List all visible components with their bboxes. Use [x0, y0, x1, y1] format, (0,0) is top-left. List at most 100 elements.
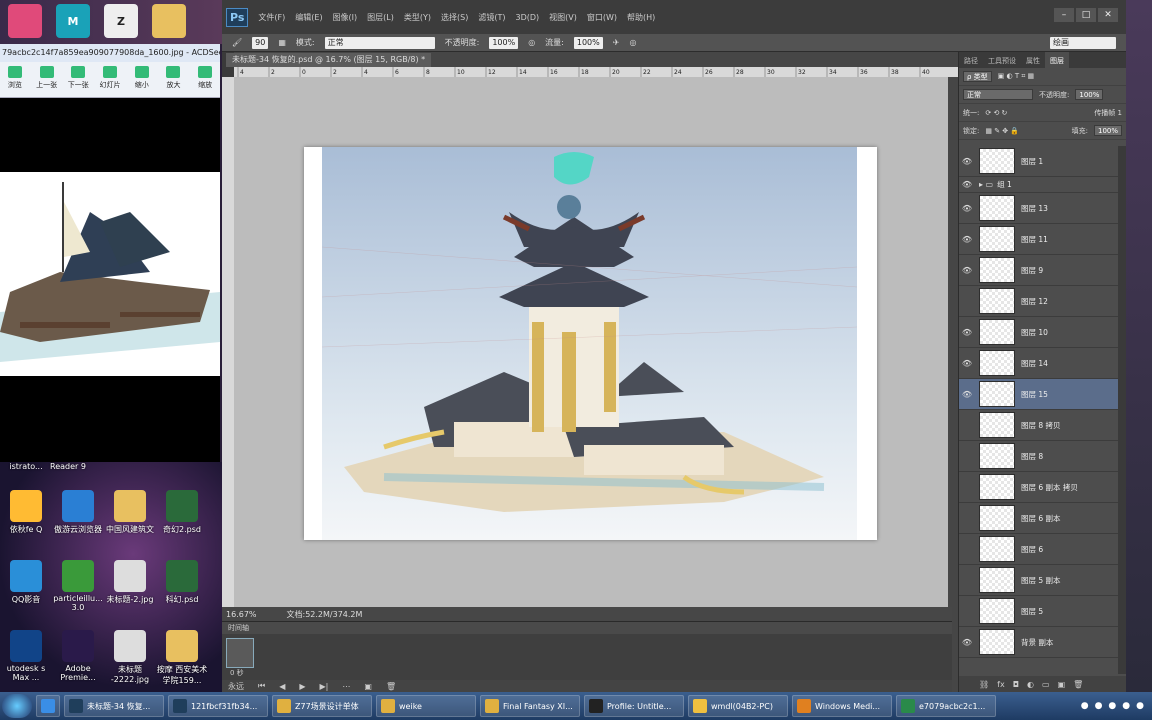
prev-frame-icon[interactable]: ◀: [279, 682, 285, 691]
acdsee-tool-button[interactable]: 浏览: [2, 64, 28, 95]
layer-row[interactable]: 👁 图层 14: [959, 348, 1119, 379]
eye-icon[interactable]: 👁: [959, 390, 975, 399]
mode-select[interactable]: 正常: [324, 36, 435, 49]
brush-tool-icon[interactable]: 🖌: [232, 38, 242, 47]
timeline-frame[interactable]: [226, 638, 254, 668]
desktop-shortcut[interactable]: 未标题-2.jpg: [104, 560, 156, 605]
workspace-select[interactable]: 绘画: [1050, 36, 1116, 49]
desktop-shortcut[interactable]: 按摩 西安美术学院159...: [156, 630, 208, 686]
tween-icon[interactable]: ⋯: [342, 682, 350, 691]
taskbar-button[interactable]: Profile: Untitle...: [584, 695, 684, 717]
eye-icon[interactable]: 👁: [959, 204, 975, 213]
menu-item[interactable]: 图像(I): [333, 12, 358, 23]
mask-icon[interactable]: ◘: [1013, 680, 1019, 689]
panel-tab[interactable]: 图层: [1045, 52, 1069, 68]
acdsee-tool-button[interactable]: 下一张: [65, 64, 91, 95]
airbrush-icon[interactable]: ✈: [613, 38, 620, 47]
menu-item[interactable]: 窗口(W): [587, 12, 617, 23]
panel-tab[interactable]: 工具预设: [983, 52, 1021, 68]
minimize-button[interactable]: –: [1054, 8, 1074, 22]
network-icon[interactable]: ●: [1095, 701, 1103, 711]
acdsee-tool-button[interactable]: 缩小: [129, 64, 155, 95]
layer-row[interactable]: 图层 5 副本: [959, 565, 1119, 596]
next-frame-icon[interactable]: ▶|: [320, 682, 329, 691]
menu-item[interactable]: 类型(Y): [404, 12, 431, 23]
acdsee-tool-button[interactable]: 上一张: [34, 64, 60, 95]
taskbar-button[interactable]: wmdl(04B2-PC): [688, 695, 788, 717]
maximize-button[interactable]: □: [1076, 8, 1096, 22]
eye-icon[interactable]: 👁: [959, 180, 975, 189]
eye-icon[interactable]: 👁: [959, 359, 975, 368]
layer-row[interactable]: 👁 背景 副本: [959, 627, 1119, 658]
menu-item[interactable]: 文件(F): [258, 12, 285, 23]
desktop-shortcut[interactable]: 未标题 -2222.jpg: [104, 630, 156, 684]
taskbar-button[interactable]: Final Fantasy XI...: [480, 695, 580, 717]
pressure-size-icon[interactable]: ◎: [629, 38, 636, 47]
taskbar-button[interactable]: Windows Medi...: [792, 695, 892, 717]
play-icon[interactable]: ▶: [299, 682, 305, 691]
security-icon[interactable]: ●: [1122, 701, 1130, 711]
menu-item[interactable]: 视图(V): [549, 12, 577, 23]
document-tab[interactable]: 未标题-34 恢复的.psd @ 16.7% (图层 15, RGB/8) *: [226, 53, 432, 67]
desktop-shortcut[interactable]: utodesk s Max ...: [0, 630, 52, 682]
eye-icon[interactable]: 👁: [959, 235, 975, 244]
menu-item[interactable]: 3D(D): [515, 13, 539, 22]
fill-input[interactable]: 100%: [1093, 125, 1122, 136]
acdsee-tool-button[interactable]: 缩放: [192, 64, 218, 95]
layer-row[interactable]: 图层 5: [959, 596, 1119, 627]
start-button[interactable]: [2, 694, 32, 718]
fx-icon[interactable]: fx: [997, 680, 1005, 689]
layer-row[interactable]: 图层 12: [959, 286, 1119, 317]
layer-group[interactable]: 👁 ▸ ▭ 组 1: [959, 177, 1119, 193]
taskbar-button[interactable]: Z77场景设计单体: [272, 695, 372, 717]
desktop-shortcut[interactable]: particleillu... 3.0: [52, 560, 104, 612]
eye-icon[interactable]: 👁: [959, 157, 975, 166]
taskbar-button[interactable]: weike: [376, 695, 476, 717]
close-button[interactable]: ✕: [1098, 8, 1118, 22]
layer-opacity-input[interactable]: 100%: [1075, 89, 1104, 100]
delete-frame-icon[interactable]: 🗑: [386, 682, 396, 691]
menu-item[interactable]: 图层(L): [367, 12, 394, 23]
unify-icons[interactable]: ⟳ ⟲ ↻: [985, 109, 1007, 117]
flow-input[interactable]: 100%: [573, 36, 603, 49]
menu-item[interactable]: 帮助(H): [627, 12, 655, 23]
desktop-shortcut[interactable]: Reader 9: [42, 462, 94, 471]
loop-select[interactable]: 永远: [228, 681, 244, 692]
acdsee-tool-button[interactable]: 放大: [161, 64, 187, 95]
duplicate-frame-icon[interactable]: ▣: [364, 682, 372, 691]
menu-item[interactable]: 选择(S): [441, 12, 468, 23]
desktop-shortcut[interactable]: Adobe Premie...: [52, 630, 104, 682]
folder-icon[interactable]: [152, 4, 186, 38]
ie-icon[interactable]: [36, 695, 60, 717]
blend-mode-select[interactable]: 正常: [963, 89, 1033, 100]
layer-row[interactable]: 👁 图层 1: [959, 146, 1119, 177]
document-canvas[interactable]: [304, 147, 877, 540]
first-frame-icon[interactable]: ⏮: [258, 681, 265, 691]
zbrush-icon[interactable]: Z: [104, 4, 138, 38]
desktop-shortcut[interactable]: QQ影音: [0, 560, 52, 605]
layer-row[interactable]: 图层 6 副本 拷贝: [959, 472, 1119, 503]
panel-tab[interactable]: 属性: [1021, 52, 1045, 68]
desktop-shortcut[interactable]: 奇幻2.psd: [156, 490, 208, 535]
zoom-level[interactable]: 16.67%: [226, 610, 257, 619]
app-icon[interactable]: [8, 4, 42, 38]
adjustment-icon[interactable]: ◐: [1027, 680, 1034, 689]
layer-row[interactable]: 图层 6 副本: [959, 503, 1119, 534]
maya-icon[interactable]: M: [56, 4, 90, 38]
acdsee-tool-button[interactable]: 幻灯片: [97, 64, 123, 95]
propagate-frame-checkbox[interactable]: 传播帧 1: [1094, 108, 1126, 118]
menu-item[interactable]: 编辑(E): [295, 12, 322, 23]
layer-row[interactable]: 图层 6: [959, 534, 1119, 565]
layer-row[interactable]: 👁 图层 10: [959, 317, 1119, 348]
eye-icon[interactable]: 👁: [959, 266, 975, 275]
help-icon[interactable]: ●: [1081, 701, 1089, 711]
brush-panel-icon[interactable]: ▦: [278, 38, 286, 47]
pressure-opacity-icon[interactable]: ◎: [528, 38, 535, 47]
layer-row[interactable]: 👁 图层 13: [959, 193, 1119, 224]
layer-row[interactable]: 👁 图层 11: [959, 224, 1119, 255]
eye-icon[interactable]: 👁: [959, 638, 975, 647]
taskbar-button[interactable]: e7079acbc2c1...: [896, 695, 996, 717]
layer-row[interactable]: 👁 图层 9: [959, 255, 1119, 286]
desktop-shortcut[interactable]: 傲游云浏览器: [52, 490, 104, 535]
filter-icons[interactable]: ▣ ◐ T ⌗ ▦: [998, 72, 1034, 81]
